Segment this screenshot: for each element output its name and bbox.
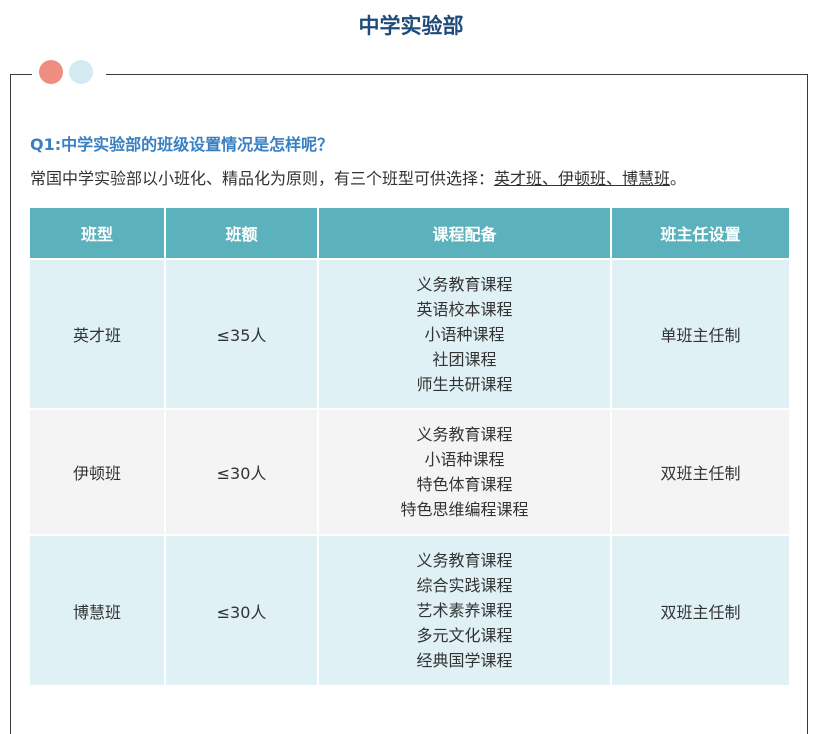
cell-courses: 义务教育课程 综合实践课程 艺术素养课程 多元文化课程 经典国学课程 — [317, 534, 611, 685]
course-item: 特色思维编程课程 — [400, 500, 529, 519]
table-row: 英才班 ≤35人 义务教育课程 英语校本课程 小语种课程 社团课程 师生共研课程… — [30, 258, 789, 409]
page-title: 中学实验部 — [358, 14, 464, 38]
course-item: 综合实践课程 — [416, 576, 513, 595]
course-item: 义务教育课程 — [416, 274, 513, 294]
table-row: 伊顿班 ≤30人 义务教育课程 小语种课程 特色体育课程 特色思维编程课程 双班… — [30, 408, 789, 535]
cell-teacher-setup: 单班主任制 — [610, 258, 789, 409]
intro-class-types: 英才班、伊顿班、博慧班 — [494, 169, 671, 188]
table-header-row: 班型 班额 课程配备 班主任设置 — [30, 208, 789, 260]
cell-class-size: ≤35人 — [164, 258, 318, 409]
question-heading: Q1:中学实验部的班级设置情况是怎样呢？ — [30, 135, 334, 154]
course-item: 义务教育课程 — [416, 425, 513, 444]
course-item: 小语种课程 — [424, 324, 505, 344]
cell-class-type: 英才班 — [30, 258, 165, 409]
table-row: 博慧班 ≤30人 义务教育课程 综合实践课程 艺术素养课程 多元文化课程 经典国… — [30, 534, 789, 685]
course-item: 多元文化课程 — [416, 626, 513, 645]
frame-top-border-left — [10, 74, 32, 75]
class-settings-table: 班型 班额 课程配备 班主任设置 英才班 ≤35人 义务教育课程 英语校本课程 … — [30, 208, 789, 685]
course-item: 义务教育课程 — [416, 551, 513, 570]
cell-teacher-setup: 双班主任制 — [610, 408, 789, 535]
course-item: 艺术素养课程 — [416, 601, 513, 620]
cell-class-type: 博慧班 — [30, 534, 165, 685]
decorative-dot-blue — [69, 60, 93, 84]
header-class-type: 班型 — [30, 208, 165, 260]
cell-class-type: 伊顿班 — [30, 408, 165, 535]
cell-class-size: ≤30人 — [164, 534, 318, 685]
cell-class-size: ≤30人 — [164, 408, 318, 535]
course-item: 师生共研课程 — [416, 374, 513, 394]
decorative-dot-coral — [39, 60, 63, 84]
frame-top-border-right — [106, 74, 808, 75]
cell-courses: 义务教育课程 小语种课程 特色体育课程 特色思维编程课程 — [317, 408, 611, 535]
course-item: 经典国学课程 — [416, 651, 513, 670]
intro-prefix: 常国中学实验部以小班化、精品化为原则，有三个班型可供选择： — [30, 169, 495, 188]
course-item: 社团课程 — [432, 349, 497, 369]
header-courses: 课程配备 — [317, 208, 611, 260]
cell-teacher-setup: 双班主任制 — [610, 534, 789, 685]
header-class-size: 班额 — [164, 208, 318, 260]
intro-suffix: 。 — [670, 169, 687, 188]
header-teacher-setup: 班主任设置 — [610, 208, 789, 260]
cell-courses: 义务教育课程 英语校本课程 小语种课程 社团课程 师生共研课程 — [317, 258, 611, 409]
intro-paragraph: 常国中学实验部以小班化、精品化为原则，有三个班型可供选择：英才班、伊顿班、博慧班… — [30, 166, 686, 192]
course-item: 特色体育课程 — [416, 475, 513, 494]
course-item: 小语种课程 — [424, 450, 505, 469]
course-item: 英语校本课程 — [416, 299, 513, 319]
